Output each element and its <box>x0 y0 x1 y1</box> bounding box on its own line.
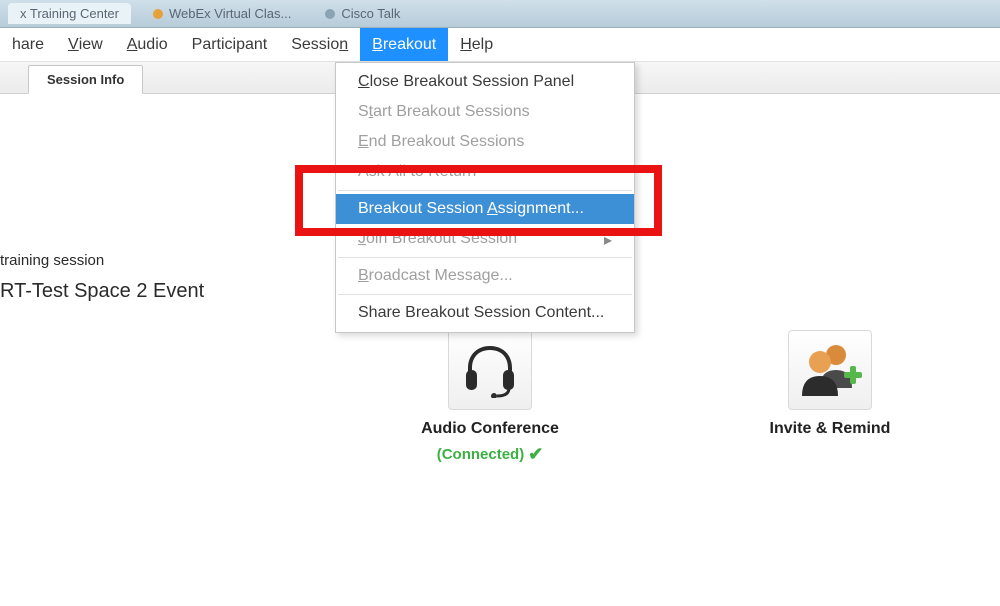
menubar: hare View Audio Participant Session Brea… <box>0 28 1000 62</box>
browser-tab-webex-virtual[interactable]: WebEx Virtual Clas... <box>141 3 303 24</box>
tab-label: Cisco Talk <box>341 6 400 21</box>
dd-ask-return: Ask All to Return <box>336 157 634 187</box>
dd-breakout-assignment[interactable]: Breakout Session Assignment... <box>336 194 634 224</box>
menu-view[interactable]: View <box>56 28 115 61</box>
dd-share-content[interactable]: Share Breakout Session Content... <box>336 298 634 328</box>
browser-tab-strip: x Training Center WebEx Virtual Clas... … <box>0 0 1000 28</box>
dd-separator <box>338 257 632 258</box>
dd-start-sessions: Start Breakout Sessions <box>336 97 634 127</box>
menu-audio[interactable]: Audio <box>115 28 180 61</box>
browser-tab-cisco-talk[interactable]: Cisco Talk <box>313 3 412 24</box>
invite-people-icon <box>788 330 872 410</box>
invite-remind-card[interactable]: Invite & Remind <box>740 330 920 438</box>
favicon-icon <box>325 9 335 19</box>
audio-conference-title: Audio Conference <box>400 420 580 438</box>
audio-conference-card[interactable]: Audio Conference (Connected) ✔ <box>400 330 580 465</box>
headset-icon <box>448 330 532 410</box>
tab-label: x Training Center <box>20 6 119 21</box>
tab-label: Session Info <box>47 72 124 87</box>
menu-breakout[interactable]: Breakout <box>360 28 448 61</box>
browser-tab-training-center[interactable]: x Training Center <box>8 3 131 24</box>
menu-participant[interactable]: Participant <box>180 28 280 61</box>
menu-session[interactable]: Session <box>279 28 360 61</box>
dd-close-panel[interactable]: Close Breakout Session Panel <box>336 67 634 97</box>
dd-join-session: Join Breakout Session <box>336 224 634 254</box>
audio-conference-status: (Connected) ✔ <box>400 444 580 465</box>
dd-separator <box>338 190 632 191</box>
event-title: RT-Test Space 2 Event <box>0 280 204 303</box>
menu-help[interactable]: Help <box>448 28 505 61</box>
dd-separator <box>338 294 632 295</box>
tab-session-info[interactable]: Session Info <box>28 65 143 94</box>
session-type-label: training session <box>0 252 104 269</box>
menu-share[interactable]: hare <box>0 28 56 61</box>
invite-remind-title: Invite & Remind <box>740 420 920 438</box>
dd-end-sessions: End Breakout Sessions <box>336 127 634 157</box>
checkmark-icon: ✔ <box>528 444 543 465</box>
dd-broadcast-message: Broadcast Message... <box>336 261 634 291</box>
tab-label: WebEx Virtual Clas... <box>169 6 291 21</box>
breakout-dropdown: Close Breakout Session Panel Start Break… <box>335 62 635 333</box>
favicon-icon <box>153 9 163 19</box>
